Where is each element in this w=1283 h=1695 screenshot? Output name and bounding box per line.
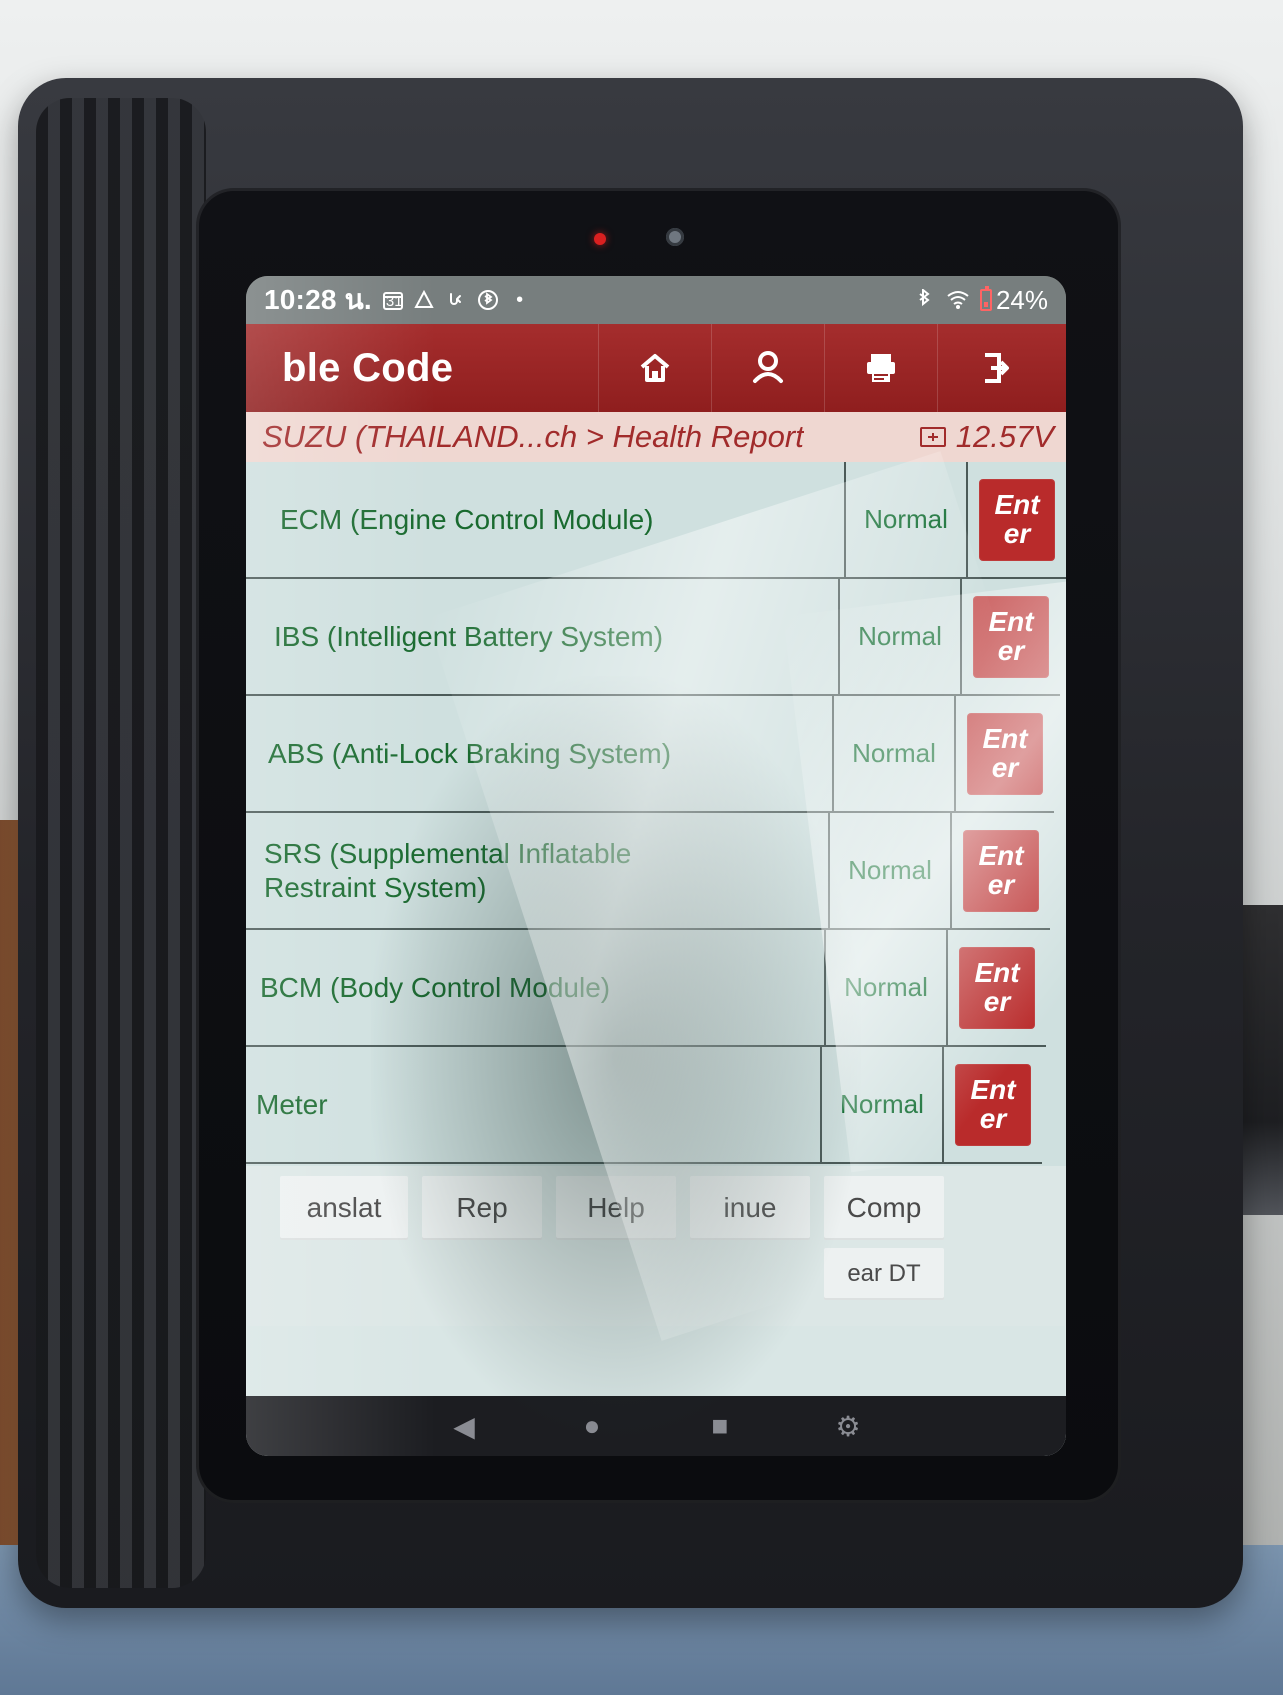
module-action-cell: Ent er [956, 696, 1054, 811]
table-row: IBS (Intelligent Battery System) Normal … [246, 579, 1060, 696]
profile-icon [753, 351, 783, 383]
battery-status: 24% [979, 284, 1048, 316]
exit-button[interactable] [937, 324, 1050, 412]
calendar-day: 31 [385, 293, 403, 310]
back-nav-icon[interactable]: ◀ [446, 1408, 482, 1444]
recent-apps-icon[interactable]: ■ [702, 1408, 738, 1444]
battery-percent: 24% [995, 284, 1048, 315]
home-icon [640, 354, 670, 382]
breadcrumb-path: SUZU (THAILAND...ch > Health Report [262, 419, 804, 454]
table-row: BCM (Body Control Module) Normal Ent er [246, 930, 1046, 1047]
app-header: ble Code [246, 324, 1066, 412]
module-name: SRS (Supplemental Inflatable Restraint S… [246, 813, 830, 928]
table-row: ABS (Anti-Lock Braking System) Normal En… [246, 696, 1054, 813]
module-status: Normal [822, 1047, 944, 1162]
battery-voltage-icon [919, 427, 946, 447]
module-action-cell: Ent er [952, 813, 1050, 928]
enter-button[interactable]: Ent er [973, 595, 1049, 678]
exit-icon [985, 353, 1009, 383]
translate-button[interactable]: anslat [280, 1176, 408, 1240]
module-name: ECM (Engine Control Module) [246, 462, 846, 577]
bluetooth-icon [914, 289, 936, 311]
module-action-cell: Ent er [948, 930, 1046, 1045]
voltage-wrap: 12.57V [919, 419, 1054, 455]
module-action-cell: Ent er [962, 579, 1060, 694]
system-nav-bar: ◀ ● ■ ⚙ [246, 1396, 1066, 1456]
print-button[interactable] [824, 324, 937, 412]
enter-button[interactable]: Ent er [955, 1063, 1031, 1146]
status-time: 10:28 น. [264, 284, 372, 315]
continue-button[interactable]: inue [690, 1176, 810, 1240]
battery-icon [979, 286, 992, 311]
bottom-toolbar: anslat Rep Help inue Comp ear DT [246, 1166, 1066, 1326]
profile-button[interactable] [711, 324, 824, 412]
enter-button[interactable]: Ent er [959, 946, 1035, 1029]
status-left: 10:28 น. 31 • [264, 278, 531, 322]
home-button[interactable] [598, 324, 711, 412]
enter-button[interactable]: Ent er [967, 712, 1043, 795]
dot-icon: • [516, 289, 524, 311]
module-status: Normal [826, 930, 948, 1045]
camera-led [594, 233, 606, 245]
breadcrumb: SUZU (THAILAND...ch > Health Report 12.5… [246, 412, 1066, 462]
module-name: BCM (Body Control Module) [246, 930, 826, 1045]
report-button[interactable]: Rep [422, 1176, 542, 1240]
module-status: Normal [830, 813, 952, 928]
clear-dtc-button[interactable]: ear DT [824, 1248, 944, 1300]
usb-debug-icon [445, 289, 467, 311]
printer-icon [867, 354, 895, 382]
camera-lens [666, 228, 684, 246]
module-list: ECM (Engine Control Module) Normal Ent e… [246, 462, 1066, 1166]
wifi-icon [946, 289, 970, 311]
module-status: Normal [846, 462, 968, 577]
compare-button[interactable]: Comp [824, 1176, 944, 1240]
status-right: 24% [914, 285, 1048, 316]
module-name: Meter [246, 1047, 822, 1162]
module-action-cell: Ent er [944, 1047, 1042, 1162]
enter-button[interactable]: Ent er [963, 829, 1039, 912]
voltage-value: 12.57V [955, 419, 1054, 454]
photo-scene: 10:28 น. 31 • 24% ble Code SUZU (THAILAN… [0, 0, 1283, 1695]
drive-icon [413, 289, 435, 311]
tablet-screen: 10:28 น. 31 • 24% ble Code SUZU (THAILAN… [246, 276, 1066, 1456]
enter-button[interactable]: Ent er [979, 478, 1055, 561]
home-nav-icon[interactable]: ● [574, 1408, 610, 1444]
table-row: Meter Normal Ent er [246, 1047, 1042, 1164]
table-row: ECM (Engine Control Module) Normal Ent e… [246, 462, 1066, 579]
bluetooth-circle-icon [477, 289, 499, 311]
header-actions [598, 324, 1050, 412]
table-row: SRS (Supplemental Inflatable Restraint S… [246, 813, 1050, 930]
settings-nav-icon[interactable]: ⚙ [830, 1408, 866, 1444]
module-action-cell: Ent er [968, 462, 1066, 577]
status-bar: 10:28 น. 31 • 24% [246, 276, 1066, 324]
breadcrumb-path-wrap: SUZU (THAILAND...ch > Health Report [262, 419, 804, 455]
module-status: Normal [834, 696, 956, 811]
module-status: Normal [840, 579, 962, 694]
diagnostic-tablet: 10:28 น. 31 • 24% ble Code SUZU (THAILAN… [18, 78, 1243, 1608]
help-button[interactable]: Help [556, 1176, 676, 1240]
module-name: ABS (Anti-Lock Braking System) [246, 696, 834, 811]
tablet-bezel: 10:28 น. 31 • 24% ble Code SUZU (THAILAN… [196, 188, 1121, 1503]
module-name: IBS (Intelligent Battery System) [246, 579, 840, 694]
page-title: ble Code [282, 345, 454, 390]
